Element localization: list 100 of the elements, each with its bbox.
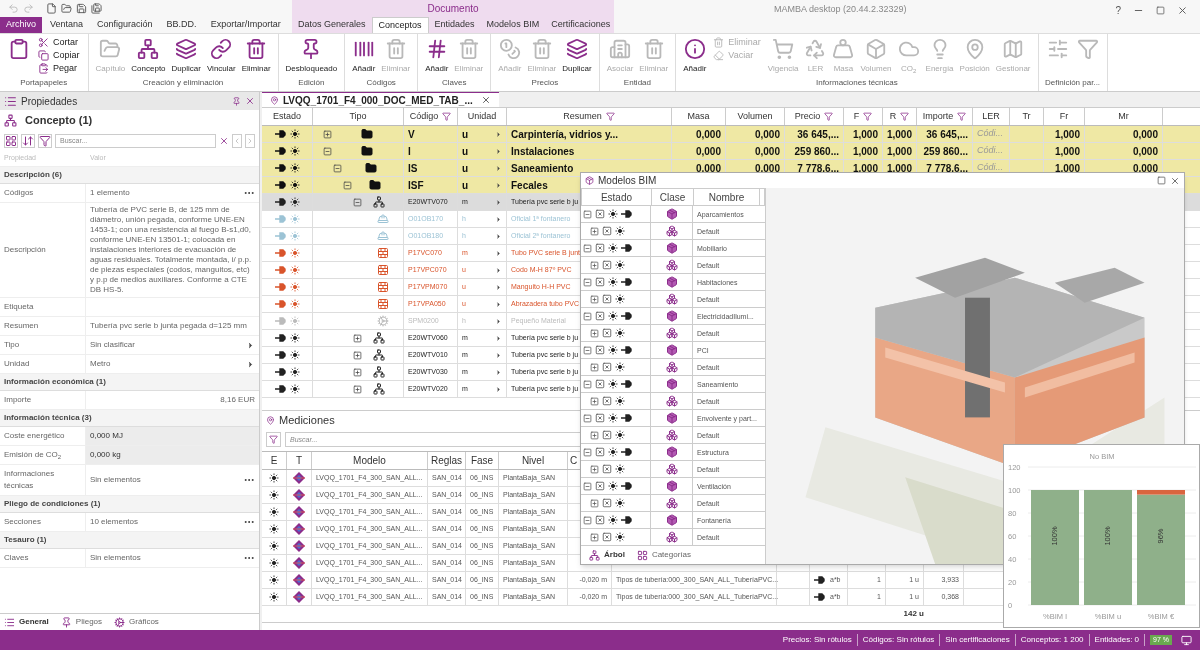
- expand-icon[interactable]: [590, 226, 599, 236]
- checkbox-icon[interactable]: [595, 413, 605, 423]
- ribbon-tab[interactable]: Datos Generales: [292, 17, 372, 33]
- ribbon-button[interactable]: Duplicar: [168, 34, 204, 76]
- checkbox-icon[interactable]: [595, 209, 605, 219]
- expand-icon[interactable]: [590, 498, 599, 508]
- collapse-icon[interactable]: [353, 197, 362, 207]
- ribbon-tab[interactable]: Archivo: [0, 17, 42, 33]
- expand-icon[interactable]: [353, 350, 362, 360]
- ribbon-tab[interactable]: Exportar/Importar: [204, 17, 287, 33]
- column-header[interactable]: Volumen: [726, 108, 785, 125]
- collapse-icon[interactable]: [343, 180, 352, 190]
- checkbox-icon[interactable]: [595, 379, 605, 389]
- column-header[interactable]: Clase: [652, 189, 694, 205]
- column-header[interactable]: Estado: [262, 108, 313, 125]
- collapse-icon[interactable]: [583, 345, 592, 355]
- checkbox-icon[interactable]: [595, 311, 605, 321]
- column-header[interactable]: Código: [404, 108, 458, 125]
- ribbon-tab[interactable]: Ventana: [44, 17, 90, 33]
- caret-icon[interactable]: [495, 368, 502, 376]
- column-header[interactable]: Unidad: [458, 108, 507, 125]
- ribbon-button[interactable]: Duplicar: [559, 34, 595, 76]
- collapse-icon[interactable]: [583, 243, 592, 253]
- caret-icon[interactable]: [495, 266, 502, 274]
- column-header[interactable]: Precio: [785, 108, 844, 125]
- pin-icon[interactable]: [232, 96, 241, 106]
- collapse-icon[interactable]: [583, 311, 592, 321]
- save-icon[interactable]: [76, 3, 87, 14]
- caret-icon[interactable]: [495, 334, 502, 342]
- checkbox-icon[interactable]: [602, 362, 612, 372]
- collapse-icon[interactable]: [583, 209, 592, 219]
- checkbox-icon[interactable]: [595, 481, 605, 491]
- clear-icon[interactable]: [219, 135, 229, 146]
- expand-icon[interactable]: [353, 384, 362, 394]
- checkbox-icon[interactable]: [595, 515, 605, 525]
- ribbon-button[interactable]: Añadir: [422, 34, 452, 76]
- caret-icon[interactable]: [495, 215, 502, 223]
- expand-icon[interactable]: [353, 367, 362, 377]
- column-header[interactable]: Nombre: [694, 189, 760, 205]
- checkbox-icon[interactable]: [602, 464, 612, 474]
- ribbon-button[interactable]: Cortar: [34, 36, 84, 49]
- column-header[interactable]: Fr: [1044, 108, 1085, 125]
- ribbon-button[interactable]: Vincular: [203, 34, 239, 76]
- ribbon-tab[interactable]: Configuración: [91, 17, 159, 33]
- column-header[interactable]: C: [570, 453, 578, 468]
- expand-icon[interactable]: [590, 294, 599, 304]
- filter-icon[interactable]: [824, 112, 834, 121]
- caret-icon[interactable]: [495, 300, 502, 308]
- column-header[interactable]: Fase: [470, 453, 494, 468]
- expand-icon[interactable]: [353, 333, 362, 343]
- column-header[interactable]: Mr: [1085, 108, 1163, 125]
- expand-icon[interactable]: [590, 328, 599, 338]
- collapse-icon[interactable]: [583, 515, 592, 525]
- column-header[interactable]: Masa: [672, 108, 726, 125]
- checkbox-icon[interactable]: [602, 532, 612, 542]
- caret-icon[interactable]: [495, 351, 502, 359]
- document-tab[interactable]: LVQQ_1701_F4_000_DOC_MED_TAB_...: [262, 92, 499, 107]
- column-header[interactable]: Tipo: [313, 108, 404, 125]
- grid-icon[interactable]: [4, 133, 18, 148]
- column-header[interactable]: Reglas: [430, 453, 463, 468]
- column-header[interactable]: Modelo: [353, 453, 386, 468]
- collapse-icon[interactable]: [583, 277, 592, 287]
- ribbon-tab[interactable]: Conceptos: [371, 17, 429, 33]
- ribbon-button[interactable]: Copiar: [34, 49, 84, 62]
- ribbon-button[interactable]: Añadir: [349, 34, 379, 76]
- caret-icon[interactable]: [495, 249, 502, 257]
- column-header[interactable]: Tr: [1010, 108, 1044, 125]
- collapse-icon[interactable]: [583, 379, 592, 389]
- ribbon-tab[interactable]: Modelos BIM: [480, 17, 546, 33]
- filter-icon[interactable]: [605, 112, 615, 121]
- filter-icon[interactable]: [957, 112, 967, 121]
- filter-icon[interactable]: [863, 112, 873, 121]
- checkbox-icon[interactable]: [595, 345, 605, 355]
- section-header[interactable]: Descripción (6): [0, 167, 259, 184]
- ribbon-button[interactable]: Añadir: [680, 34, 710, 76]
- table-row[interactable]: V u Carpintería, vidrios y... 0,000 0,000 36 645,... 1,000 1,000 36 645,... Códi... 1,000 0,000: [262, 126, 1200, 143]
- expand-icon[interactable]: [590, 430, 599, 440]
- expand-icon[interactable]: [590, 396, 599, 406]
- section-header[interactable]: Información económica (1): [0, 374, 259, 391]
- folder-icon[interactable]: [61, 3, 72, 14]
- caret-icon[interactable]: [495, 385, 502, 393]
- column-header[interactable]: Estado: [582, 189, 652, 205]
- ribbon-tab[interactable]: Certificaciones: [545, 17, 617, 33]
- collapse-icon[interactable]: [583, 413, 592, 423]
- ribbon-button[interactable]: Pegar: [34, 62, 84, 75]
- filter-icon[interactable]: [442, 112, 452, 121]
- expand-icon[interactable]: [590, 260, 599, 270]
- expand-icon[interactable]: [590, 362, 599, 372]
- save-all-icon[interactable]: [91, 3, 102, 14]
- expand-icon[interactable]: [323, 129, 332, 139]
- checkbox-icon[interactable]: [595, 447, 605, 457]
- monitor-icon[interactable]: [1181, 634, 1192, 646]
- view-tab[interactable]: Árbol: [589, 549, 625, 561]
- close-icon[interactable]: [1177, 5, 1188, 16]
- checkbox-icon[interactable]: [595, 243, 605, 253]
- ribbon-tab[interactable]: Entidades: [428, 17, 481, 33]
- close-icon[interactable]: [245, 96, 255, 106]
- ribbon-button[interactable]: Eliminar: [238, 34, 274, 76]
- collapse-icon[interactable]: [583, 447, 592, 457]
- expand-icon[interactable]: [590, 464, 599, 474]
